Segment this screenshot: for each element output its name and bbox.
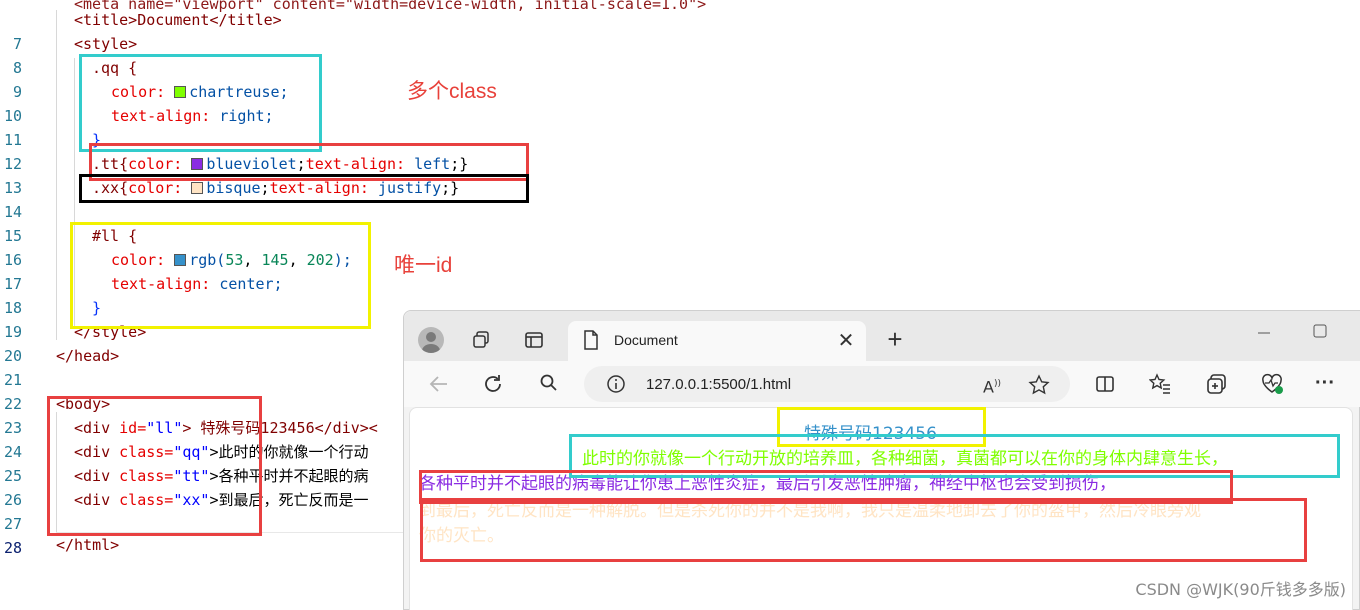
collections-icon[interactable]: [1206, 373, 1228, 395]
annotation-box-cyan: [79, 54, 322, 152]
line-number: 12: [3, 155, 22, 173]
line-number: 18: [3, 299, 22, 317]
split-screen-icon[interactable]: [1094, 373, 1116, 395]
line-number: 14: [3, 203, 22, 221]
indent-guide: [56, 10, 57, 340]
line-number: 26: [3, 491, 22, 509]
line-number: 22: [3, 395, 22, 413]
back-icon[interactable]: [428, 373, 450, 395]
annotation-box-red-output-2: [420, 498, 1307, 562]
line-number: 24: [3, 443, 22, 461]
line-number: 16: [3, 251, 22, 269]
line-number: 7: [12, 35, 22, 53]
annotation-box-red-body: [47, 396, 262, 536]
workspaces-icon[interactable]: [470, 330, 492, 352]
refresh-icon[interactable]: [482, 373, 504, 395]
line-number: 8: [12, 59, 22, 77]
line-number: 20: [3, 347, 22, 365]
line-number: 23: [3, 419, 22, 437]
annotation-box-black: [79, 174, 529, 203]
line-number: 25: [3, 467, 22, 485]
tab-title: Document: [614, 332, 678, 348]
page-icon: [582, 330, 600, 350]
info-icon[interactable]: [606, 374, 626, 394]
tab-actions-icon[interactable]: [523, 330, 545, 352]
search-icon[interactable]: [538, 373, 560, 395]
new-tab-icon[interactable]: +: [884, 326, 906, 352]
favorite-icon[interactable]: [1028, 374, 1050, 396]
line-number: 9: [12, 83, 22, 101]
line-number: 17: [3, 275, 22, 293]
close-icon[interactable]: ✕: [836, 331, 856, 351]
maximize-icon[interactable]: [1310, 323, 1330, 343]
favorites-icon[interactable]: [1148, 373, 1171, 395]
watermark: CSDN @WJK(90斤钱多多版): [1135, 580, 1346, 599]
minimize-icon[interactable]: [1254, 325, 1274, 345]
line-number: 11: [3, 131, 22, 149]
annotation-multi-class: 多个class: [407, 80, 497, 103]
annotation-box-yellow: [70, 222, 371, 329]
more-icon[interactable]: ···: [1314, 373, 1336, 395]
line-number: 27: [3, 515, 22, 533]
line-number: 28: [3, 539, 22, 557]
code-line-title: <title>Document</title>: [74, 11, 282, 29]
line-number: 15: [3, 227, 22, 245]
code-line-style-open: <style>: [74, 35, 138, 53]
avatar-icon[interactable]: [418, 327, 444, 353]
read-aloud-icon[interactable]: A)): [980, 374, 1004, 396]
toolbar: 127.0.0.1:5500/1.html A)) ···: [404, 361, 1360, 407]
url-text: 127.0.0.1:5500/1.html: [646, 376, 792, 393]
code-line-head-close: </head>: [56, 347, 120, 365]
line-number: 10: [3, 107, 22, 125]
tab-bar: Document ✕ +: [404, 311, 1360, 361]
tab-document[interactable]: Document ✕: [568, 321, 866, 361]
line-number: 21: [3, 371, 22, 389]
address-bar[interactable]: 127.0.0.1:5500/1.html A)): [584, 366, 1070, 402]
line-number: 13: [3, 179, 22, 197]
annotation-unique-id: 唯一id: [394, 254, 453, 277]
health-icon[interactable]: [1260, 373, 1284, 395]
line-number: 19: [3, 323, 22, 341]
